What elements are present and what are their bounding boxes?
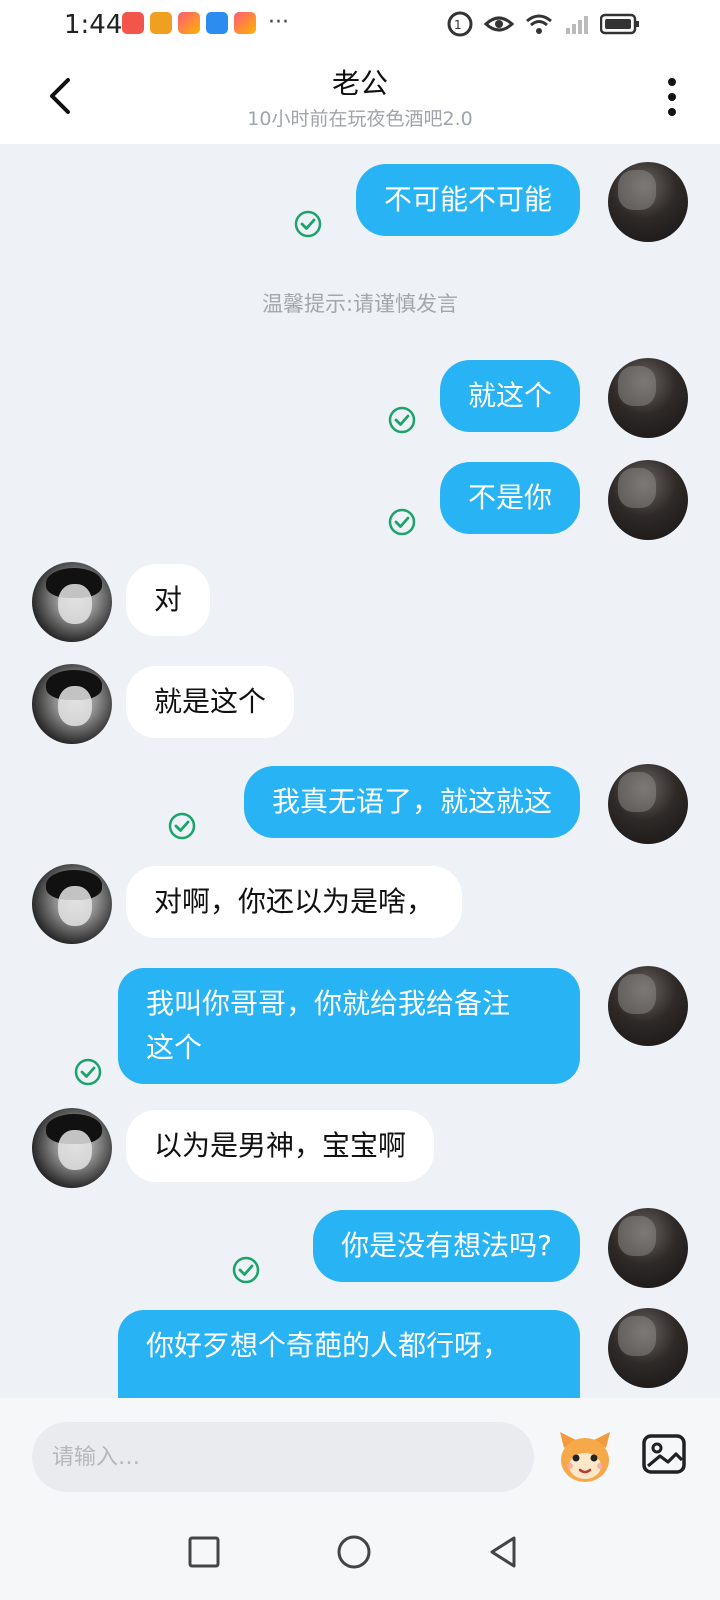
notification-icons: ··· — [122, 12, 289, 34]
video-app-icon — [178, 12, 200, 34]
recent-apps-button[interactable] — [184, 1532, 224, 1572]
my-avatar[interactable] — [608, 966, 688, 1046]
system-tip: 温馨提示:请谨慎发言 — [261, 292, 459, 316]
system-icons: 1 — [446, 10, 640, 38]
message-bubble[interactable]: 你是没有想法吗? — [313, 1210, 580, 1282]
message-bubble[interactable]: 就是这个 — [126, 666, 295, 738]
game-app-icon — [150, 12, 172, 34]
message-bubble[interactable]: 你好歹想个奇葩的人都行呀， — [118, 1310, 580, 1398]
status-time: 1:44 — [64, 10, 123, 40]
data-saver-icon: 1 — [447, 11, 473, 37]
image-button[interactable] — [640, 1430, 688, 1478]
message-bubble[interactable]: 不是你 — [439, 462, 580, 534]
contact-avatar[interactable] — [32, 1108, 112, 1188]
delivered-check-icon — [168, 812, 196, 840]
contact-avatar[interactable] — [32, 562, 112, 642]
contact-status: 10小时前在玩夜色酒吧2.0 — [247, 108, 473, 130]
svg-text:1: 1 — [454, 18, 462, 32]
emoji-mascot-icon — [560, 1432, 610, 1482]
system-nav-bar — [0, 1508, 720, 1600]
more-options-button[interactable] — [660, 74, 684, 120]
delivered-check-icon — [232, 1256, 260, 1284]
contact-avatar[interactable] — [32, 864, 112, 944]
my-avatar[interactable] — [608, 1308, 688, 1388]
battery-icon — [600, 13, 639, 35]
delivered-check-icon — [74, 1058, 102, 1086]
message-bubble[interactable]: 不可能不可能 — [355, 164, 580, 236]
message-bubble[interactable]: 以为是男神，宝宝啊 — [126, 1110, 435, 1182]
message-bubble[interactable]: 对 — [126, 564, 211, 636]
input-bar — [0, 1398, 720, 1508]
my-avatar[interactable] — [608, 460, 688, 540]
home-button[interactable] — [334, 1532, 374, 1572]
my-avatar[interactable] — [608, 1208, 688, 1288]
message-list[interactable]: 不可能不可能 温馨提示:请谨慎发言 就这个 不是你 对 就是这个 我真无语了，就… — [0, 144, 720, 1398]
status-bar: 1:44 ··· 1 — [0, 0, 720, 52]
cloud-app-icon — [206, 12, 228, 34]
shopping-app-icon — [122, 12, 144, 34]
delivered-check-icon — [294, 210, 322, 238]
contact-name: 老公 — [331, 67, 388, 100]
image-icon — [642, 1434, 686, 1474]
my-avatar[interactable] — [608, 162, 688, 242]
emoji-button[interactable] — [554, 1426, 616, 1488]
message-bubble[interactable]: 我真无语了，就这就这 — [243, 766, 580, 838]
wifi-icon — [526, 14, 552, 34]
more-vertical-icon — [668, 78, 676, 116]
circle-icon — [337, 1535, 371, 1569]
back-nav-button[interactable] — [484, 1532, 524, 1572]
eye-icon — [484, 16, 514, 32]
my-avatar[interactable] — [608, 764, 688, 844]
more-notifications-icon: ··· — [268, 10, 289, 35]
delivered-check-icon — [388, 406, 416, 434]
contact-avatar[interactable] — [32, 664, 112, 744]
message-bubble[interactable]: 对啊，你还以为是啥， — [126, 866, 463, 938]
square-icon — [188, 1536, 220, 1568]
message-bubble[interactable]: 我叫你哥哥，你就给我给备注 这个 — [118, 968, 580, 1084]
signal-icon — [566, 16, 588, 34]
chat-header: 老公 10小时前在玩夜色酒吧2.0 — [0, 52, 720, 144]
video-app-icon-2 — [234, 12, 256, 34]
message-bubble[interactable]: 就这个 — [439, 360, 580, 432]
delivered-check-icon — [388, 508, 416, 536]
message-input[interactable] — [32, 1422, 534, 1492]
my-avatar[interactable] — [608, 358, 688, 438]
triangle-back-icon — [490, 1536, 516, 1568]
